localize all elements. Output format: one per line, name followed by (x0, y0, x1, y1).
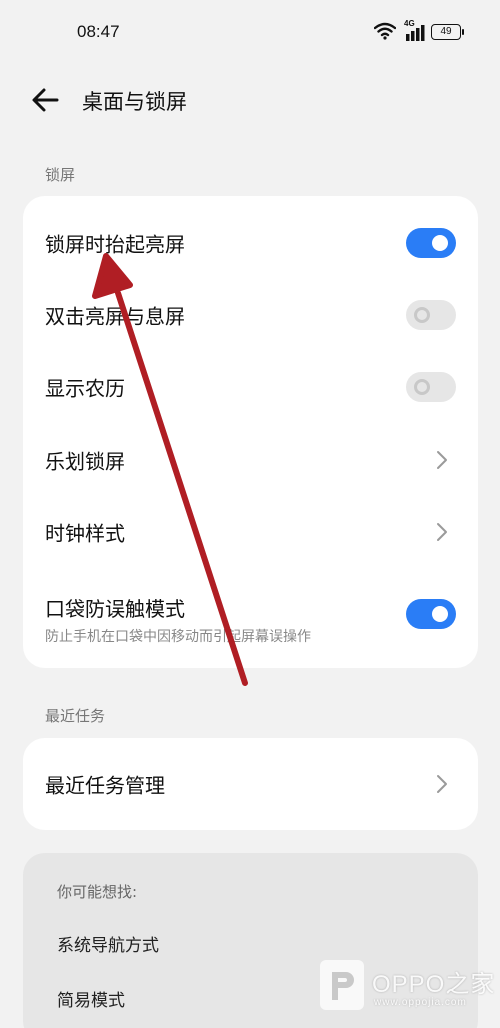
section-title-lock-screen: 锁屏 (45, 166, 76, 184)
back-arrow-icon[interactable] (30, 86, 60, 114)
row-label: 锁屏时抬起亮屏 (45, 232, 185, 257)
suggestion-item-simple-mode[interactable]: 简易模式 (57, 986, 125, 1011)
watermark-brand: OPPO之家 (372, 971, 496, 998)
suggestion-item-navigation[interactable]: 系统导航方式 (57, 931, 159, 956)
chevron-right-icon (437, 451, 447, 469)
toggle-knob (414, 307, 430, 323)
lunar-calendar-toggle[interactable] (406, 372, 456, 402)
battery-level: 49 (440, 26, 452, 37)
watermark: OPPO之家 www.oppojia.com (318, 958, 500, 1018)
toggle-knob (432, 606, 448, 622)
toggle-knob (432, 235, 448, 251)
pocket-mode-toggle[interactable] (406, 599, 456, 629)
toggle-knob (414, 379, 430, 395)
suggestions-title: 你可能想找: (57, 883, 138, 901)
lift-to-wake-toggle[interactable] (406, 228, 456, 258)
chevron-right-icon (437, 523, 447, 541)
battery-icon: 49 (431, 24, 461, 40)
wifi-icon (374, 22, 396, 40)
page-title: 桌面与锁屏 (82, 90, 187, 114)
row-lift-to-wake[interactable]: 锁屏时抬起亮屏 (23, 207, 478, 279)
chevron-right-icon (437, 775, 447, 793)
row-label: 最近任务管理 (45, 773, 165, 798)
section-title-recent-tasks: 最近任务 (45, 707, 106, 725)
row-recent-tasks-management[interactable]: 最近任务管理 (23, 748, 478, 820)
double-tap-wake-toggle[interactable] (406, 300, 456, 330)
row-label: 显示农历 (45, 376, 125, 401)
row-label: 时钟样式 (45, 521, 125, 546)
row-show-lunar-calendar[interactable]: 显示农历 (23, 351, 478, 423)
recent-tasks-card: 最近任务管理 (23, 738, 478, 830)
row-label: 双击亮屏与息屏 (45, 304, 185, 329)
watermark-logo-icon (320, 960, 364, 1010)
battery-tip (462, 29, 464, 35)
row-double-tap-wake[interactable]: 双击亮屏与息屏 (23, 279, 478, 351)
watermark-url: www.oppojia.com (374, 997, 467, 1008)
page-header: 桌面与锁屏 (0, 78, 500, 122)
row-clock-style[interactable]: 时钟样式 (23, 496, 478, 568)
row-subtitle: 防止手机在口袋中因移动而引起屏幕误操作 (45, 629, 311, 645)
row-label: 乐划锁屏 (45, 449, 125, 474)
status-time: 08:47 (77, 22, 120, 41)
row-pocket-mode[interactable]: 口袋防误触模式 防止手机在口袋中因移动而引起屏幕误操作 (23, 574, 478, 654)
row-lehua-lock-screen[interactable]: 乐划锁屏 (23, 424, 478, 496)
signal-icon (406, 25, 425, 41)
lock-screen-card: 锁屏时抬起亮屏 双击亮屏与息屏 显示农历 乐划锁屏 时钟样式 口袋防误触模式 防… (23, 196, 478, 668)
row-label: 口袋防误触模式 (45, 597, 185, 621)
status-bar: 08:47 4G 49 (0, 0, 500, 62)
